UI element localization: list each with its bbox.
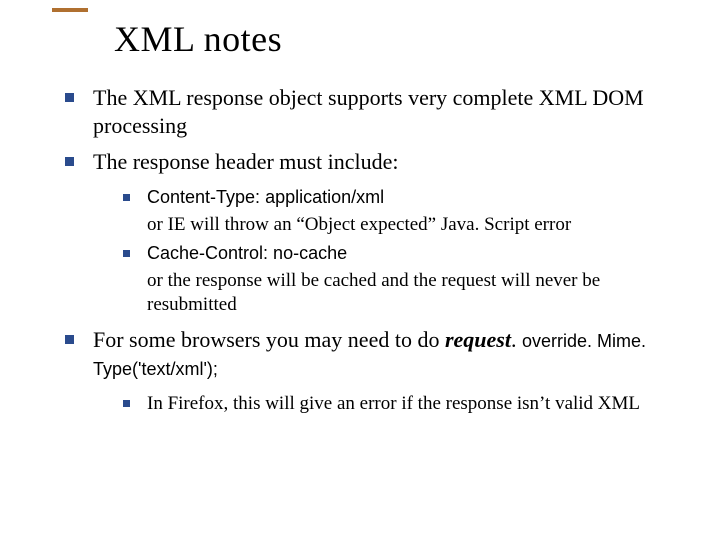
bullet-item: The XML response object supports very co… [65, 84, 680, 140]
note-text: or the response will be cached and the r… [147, 269, 680, 318]
bullet-text: . [511, 327, 522, 352]
bullet-item: For some browsers you may need to do req… [65, 326, 680, 417]
bullet-text: The XML response object supports very co… [93, 85, 644, 138]
sub-bullet-item: Content-Type: application/xml or IE will… [123, 186, 680, 237]
sub-bullet-list: Content-Type: application/xml or IE will… [93, 186, 680, 317]
note-text: or IE will throw an “Object expected” Ja… [147, 213, 680, 238]
sub-bullet-item: In Firefox, this will give an error if t… [123, 392, 680, 417]
sub-bullet-item: Cache-Control: no-cache or the response … [123, 242, 680, 318]
italic-text: request [445, 327, 511, 352]
bullet-text: For some browsers you may need to do [93, 327, 445, 352]
code-text: Content-Type: application/xml [147, 187, 384, 207]
accent-bar [52, 8, 88, 12]
sub-bullet-list: In Firefox, this will give an error if t… [93, 392, 680, 417]
code-text: Cache-Control: no-cache [147, 243, 347, 263]
sub-bullet-text: In Firefox, this will give an error if t… [147, 393, 640, 414]
slide: XML notes The XML response object suppor… [0, 0, 720, 540]
slide-title: XML notes [114, 18, 680, 60]
bullet-item: The response header must include: Conten… [65, 148, 680, 318]
bullet-text: The response header must include: [93, 149, 398, 174]
bullet-list: The XML response object supports very co… [50, 84, 680, 417]
